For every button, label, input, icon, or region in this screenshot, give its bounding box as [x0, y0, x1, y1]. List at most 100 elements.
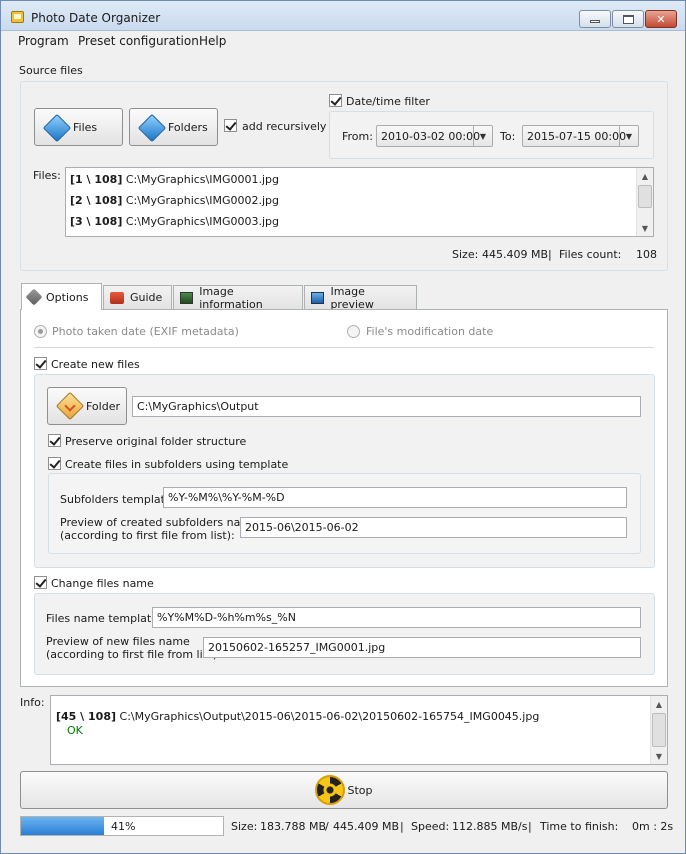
exif-date-radio[interactable]	[34, 325, 47, 338]
from-label: From:	[342, 130, 373, 143]
scroll-thumb[interactable]	[652, 713, 666, 747]
folders-button[interactable]: Folders	[129, 108, 218, 146]
modification-date-radio[interactable]	[347, 325, 360, 338]
menu-preset-configuration[interactable]: Preset configuration	[78, 34, 199, 48]
source-separator: |	[548, 248, 552, 261]
chevron-down-icon[interactable]: ▼	[473, 126, 492, 146]
from-date-picker[interactable]: 2010-03-02 00:00 ▼	[376, 125, 493, 147]
list-item[interactable]: [3 \ 108] C:\MyGraphics\IMG0003.jpg	[70, 215, 279, 228]
folder-icon	[56, 393, 82, 419]
scroll-up-icon[interactable]: ▲	[651, 696, 667, 712]
stop-button[interactable]: Stop	[20, 771, 668, 809]
divider	[34, 347, 654, 348]
files-list-scrollbar[interactable]: ▲ ▼	[636, 168, 653, 236]
info-log[interactable]: [45 \ 108] C:\MyGraphics\Output\2015-06\…	[50, 695, 668, 765]
to-date-picker[interactable]: 2015-07-15 00:00 ▼	[522, 125, 639, 147]
files-button[interactable]: Files	[34, 108, 123, 146]
files-icon	[43, 114, 69, 140]
tab-guide[interactable]: Guide	[103, 285, 172, 309]
file-index: [1 \ 108]	[70, 173, 123, 186]
date-filter-checkbox[interactable]	[329, 94, 342, 107]
files-button-label: Files	[73, 120, 98, 134]
file-index: [2 \ 108]	[70, 194, 123, 207]
subfolders-template-field[interactable]: %Y-%M%\%Y-%M-%D	[163, 487, 627, 508]
tab-image-preview[interactable]: Image preview	[304, 284, 417, 311]
source-size-label: Size:	[452, 248, 479, 261]
menu-help[interactable]: Help	[199, 34, 226, 48]
log-line: [45 \ 108] C:\MyGraphics\Output\2015-06\…	[56, 710, 539, 723]
create-new-files-checkbox[interactable]	[34, 357, 47, 370]
scroll-down-icon[interactable]: ▼	[637, 220, 653, 236]
progress-percent: 41%	[111, 820, 136, 833]
log-status: OK	[67, 724, 83, 737]
names-preview-label-2: (according to first file from list):	[46, 648, 221, 661]
subfolders-preview-field[interactable]: 2015-06\2015-06-02	[240, 517, 627, 538]
progress-size-label: Size:	[231, 820, 258, 833]
progress-size-sep: /	[325, 820, 329, 833]
output-folder-button[interactable]: Folder	[47, 387, 127, 425]
scroll-up-icon[interactable]: ▲	[637, 168, 653, 184]
progress-sep-1: |	[400, 820, 404, 833]
tab-options[interactable]: Options	[21, 283, 102, 310]
radiation-icon	[315, 775, 346, 805]
to-date-value: 2015-07-15 00:00	[527, 130, 627, 143]
scroll-thumb[interactable]	[638, 185, 652, 208]
tab-image-information-label: Image information	[199, 284, 263, 311]
folders-icon	[138, 114, 164, 140]
change-names-group	[34, 593, 655, 675]
wrench-icon	[25, 288, 43, 306]
file-path: C:\MyGraphics\IMG0002.jpg	[125, 194, 280, 207]
minimize-button[interactable]	[579, 10, 611, 28]
image-info-icon	[180, 291, 194, 304]
progress-bar: 41%	[20, 816, 224, 836]
names-preview-field[interactable]: 20150602-165257_IMG0001.jpg	[203, 637, 641, 658]
add-recursively-label: add recursively	[242, 120, 327, 133]
progress-sep-2: |	[528, 820, 532, 833]
tab-image-preview-label: Image preview	[330, 284, 374, 311]
folders-button-label: Folders	[168, 120, 208, 134]
speed-value: 112.885 MB/s	[452, 820, 528, 833]
menu-bar: Program Preset configuration Help	[1, 31, 685, 51]
create-subfolders-checkbox[interactable]	[48, 457, 61, 470]
title-bar[interactable]: Photo Date Organizer ✕	[1, 1, 685, 31]
maximize-button[interactable]	[612, 10, 644, 28]
add-recursively-checkbox[interactable]	[224, 119, 237, 132]
create-new-files-label: Create new files	[51, 358, 140, 371]
output-path-field[interactable]: C:\MyGraphics\Output	[132, 396, 641, 417]
window-title: Photo Date Organizer	[31, 11, 161, 25]
log-path: C:\MyGraphics\Output\2015-06\2015-06-02\…	[119, 710, 540, 723]
time-to-finish-label: Time to finish:	[540, 820, 619, 833]
menu-program[interactable]: Program	[18, 34, 69, 48]
app-icon	[11, 11, 24, 23]
exif-date-label: Photo taken date (EXIF metadata)	[52, 325, 239, 338]
info-log-scrollbar[interactable]: ▲ ▼	[650, 696, 667, 764]
list-item[interactable]: [1 \ 108] C:\MyGraphics\IMG0001.jpg	[70, 173, 279, 186]
tab-image-information[interactable]: Image information	[173, 284, 303, 311]
main-window: Photo Date Organizer ✕ Program Preset co…	[0, 0, 686, 854]
scroll-down-icon[interactable]: ▼	[651, 748, 667, 764]
files-count-label: Files count:	[559, 248, 622, 261]
maximize-icon	[622, 14, 634, 24]
close-button[interactable]: ✕	[645, 10, 677, 28]
list-item[interactable]: [2 \ 108] C:\MyGraphics\IMG0002.jpg	[70, 194, 279, 207]
tab-options-label: Options	[46, 290, 89, 304]
modification-date-label: File's modification date	[366, 325, 494, 338]
minimize-icon	[590, 20, 600, 23]
date-filter-label: Date/time filter	[346, 95, 430, 108]
names-template-label: Files name template:	[46, 612, 162, 625]
source-size-value: 445.409 MB	[482, 248, 549, 261]
source-files-label: Source files	[19, 64, 83, 77]
speed-label: Speed:	[411, 820, 450, 833]
tab-guide-label: Guide	[130, 291, 163, 304]
guide-icon	[110, 291, 124, 304]
progress-size-done: 183.788 MB	[260, 820, 327, 833]
log-index: [45 \ 108]	[56, 710, 117, 723]
preserve-structure-checkbox[interactable]	[48, 434, 61, 447]
chevron-down-icon[interactable]: ▼	[619, 126, 638, 146]
names-template-field[interactable]: %Y%M%D-%h%m%s_%N	[152, 607, 641, 628]
change-names-checkbox[interactable]	[34, 576, 47, 589]
output-folder-button-label: Folder	[86, 399, 120, 413]
files-list[interactable]: [1 \ 108] C:\MyGraphics\IMG0001.jpg [2 \…	[65, 167, 654, 237]
info-label: Info:	[20, 696, 45, 709]
image-preview-icon	[311, 291, 325, 304]
